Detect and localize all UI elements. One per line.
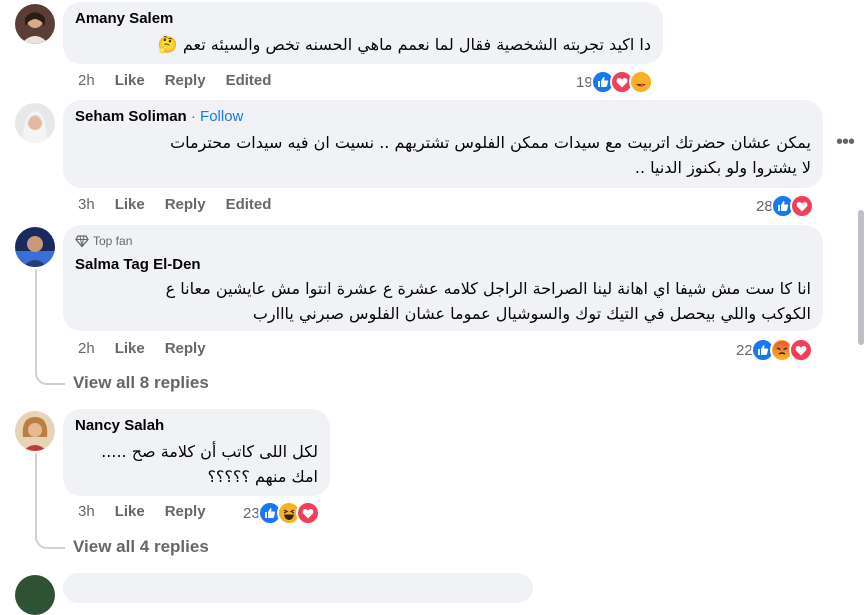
avatar[interactable] xyxy=(15,227,55,267)
love-reaction-icon xyxy=(295,501,320,525)
view-replies-link[interactable]: View all 8 replies xyxy=(73,373,209,393)
thread-connector xyxy=(35,365,65,385)
more-options-icon[interactable]: ••• xyxy=(836,131,855,154)
thread-line xyxy=(35,453,37,529)
love-reaction-icon xyxy=(788,338,813,362)
avatar[interactable] xyxy=(15,103,55,143)
comment-time[interactable]: 3h xyxy=(78,503,95,520)
comment-text: لكل اللى كاتب أن كلامة صح ..... امك منهم… xyxy=(75,439,318,489)
comment-text: دا اكيد تجربته الشخصية فقال لما نعمم ماه… xyxy=(157,35,651,54)
comment-text-line: يمكن عشان حضرتك اتربيت مع سيدات ممكن الف… xyxy=(170,133,811,152)
comment-time[interactable]: 3h xyxy=(78,196,95,213)
top-fan-label: Top fan xyxy=(93,234,133,248)
comment-text-line: امك منهم ؟؟؟؟؟ xyxy=(207,467,318,486)
reaction-summary[interactable]: 28 xyxy=(756,194,814,218)
reply-button[interactable]: Reply xyxy=(165,340,206,357)
comment-author[interactable]: Amany Salem xyxy=(75,10,651,28)
comment-text-line: انا كا ست مش شيفا اي اهانة لينا الصراحة … xyxy=(165,279,811,298)
comment-bubble: Top fan Salma Tag El-Den انا كا ست مش شي… xyxy=(63,225,823,331)
comment-author[interactable]: Salma Tag El-Den xyxy=(75,256,811,274)
edited-label: Edited xyxy=(225,196,272,213)
separator-dot: · xyxy=(190,108,196,125)
reply-button[interactable]: Reply xyxy=(165,196,206,213)
thread-connector xyxy=(35,529,65,549)
comment-text: انا كا ست مش شيفا اي اهانة لينا الصراحة … xyxy=(75,276,811,326)
scrollbar[interactable] xyxy=(858,210,864,345)
comment-actions: 2h Like Reply Edited xyxy=(78,72,291,89)
comment-time[interactable]: 2h xyxy=(78,340,95,357)
comment-author[interactable]: Seham Soliman xyxy=(75,108,187,125)
reaction-summary[interactable]: 19 xyxy=(576,70,653,94)
next-comment-avatar[interactable] xyxy=(15,575,55,615)
follow-button[interactable]: Follow xyxy=(200,108,243,125)
comment-author-row: Seham Soliman · Follow xyxy=(75,108,811,126)
like-button[interactable]: Like xyxy=(115,340,145,357)
comment-actions: 3h Like Reply Edited xyxy=(78,196,291,213)
next-comment-bubble xyxy=(63,573,533,603)
top-fan-badge: Top fan xyxy=(75,233,811,249)
comment-text-line: لكل اللى كاتب أن كلامة صح ..... xyxy=(101,442,318,461)
reaction-summary[interactable]: 23 xyxy=(243,501,320,525)
avatar[interactable] xyxy=(15,4,55,44)
comment-author[interactable]: Nancy Salah xyxy=(75,417,318,435)
like-button[interactable]: Like xyxy=(115,196,145,213)
comment-actions: 2h Like Reply xyxy=(78,340,226,357)
comment-bubble: Nancy Salah لكل اللى كاتب أن كلامة صح ..… xyxy=(63,409,330,496)
reaction-summary[interactable]: 22 xyxy=(736,338,813,362)
avatar[interactable] xyxy=(15,411,55,451)
comment-bubble: Seham Soliman · Follow يمكن عشان حضرتك ا… xyxy=(63,100,823,188)
edited-label: Edited xyxy=(225,72,272,89)
care-reaction-icon xyxy=(628,70,653,94)
comment-actions: 3h Like Reply xyxy=(78,503,226,520)
comment-time[interactable]: 2h xyxy=(78,72,95,89)
comment-text: يمكن عشان حضرتك اتربيت مع سيدات ممكن الف… xyxy=(75,130,811,180)
like-button[interactable]: Like xyxy=(115,72,145,89)
reply-button[interactable]: Reply xyxy=(165,72,206,89)
top-fan-diamond-icon xyxy=(75,235,89,248)
comment-bubble: Amany Salem دا اكيد تجربته الشخصية فقال … xyxy=(63,2,663,64)
reply-button[interactable]: Reply xyxy=(165,503,206,520)
thread-line xyxy=(35,269,37,365)
like-button[interactable]: Like xyxy=(115,503,145,520)
comment-text-line: الكوكب واللي بيحصل في التيك توك والسوشيا… xyxy=(252,304,811,323)
comment-text-line: لا يشتروا ولو بكنوز الدنيا .. xyxy=(634,158,811,177)
love-reaction-icon xyxy=(789,194,814,218)
view-replies-link[interactable]: View all 4 replies xyxy=(73,537,209,557)
